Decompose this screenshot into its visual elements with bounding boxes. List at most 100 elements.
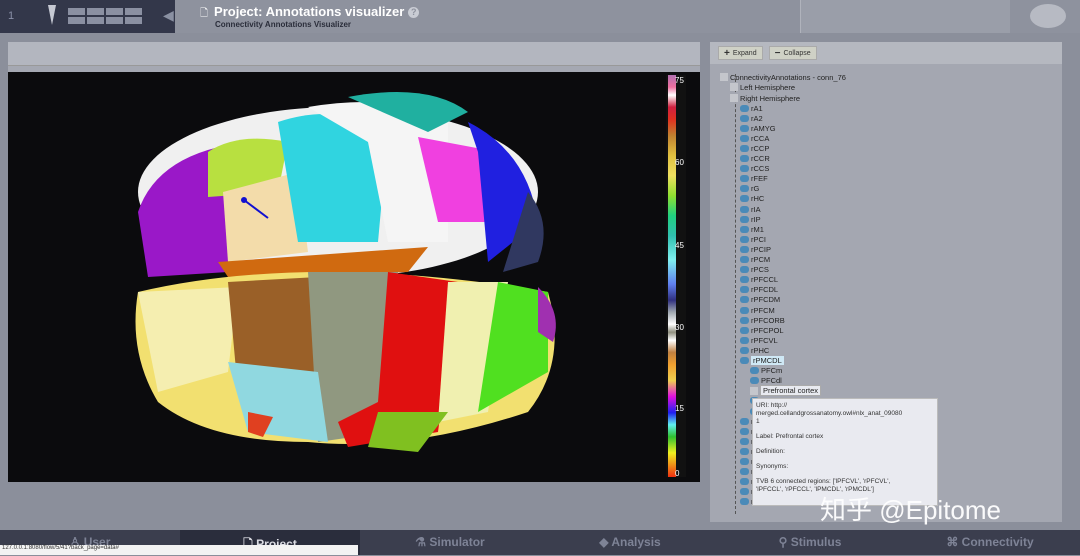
tree-node-region[interactable]: rPFCORB	[740, 315, 785, 325]
tree-node-label: Right Hemisphere	[740, 93, 801, 103]
tree-node-region[interactable]: rPFCPOL	[740, 325, 784, 335]
tree-node-label: rPFCPOL	[751, 325, 784, 335]
tree-node-region[interactable]: rIA	[740, 204, 761, 214]
tree-node-region[interactable]: rPFCCL	[740, 275, 778, 285]
tree-node-label: rHC	[751, 194, 765, 204]
colorbar-tick: 30	[675, 323, 684, 332]
tooltip-uri: URI: http://	[756, 402, 788, 409]
globe-icon	[740, 225, 749, 233]
tree-node-label: rPFCDM	[751, 295, 781, 305]
brain-canvas[interactable]: 75 60 45 30 15 0	[8, 72, 700, 482]
tree-node-region[interactable]: rPCM	[740, 255, 770, 265]
menu-grid-icon[interactable]	[68, 8, 142, 24]
tree-node-region[interactable]: rM1	[740, 224, 764, 234]
tree-node-label: rA2	[751, 113, 763, 123]
tree-node-region[interactable]: rPCI	[740, 234, 766, 244]
tree-node-label: rPFCCL	[751, 275, 779, 285]
tree-node-region[interactable]: rHC	[740, 194, 764, 204]
colorbar: 75 60 45 30 15 0	[666, 75, 686, 478]
expand-button[interactable]: + Expand	[718, 46, 763, 60]
tree-node-region[interactable]: rPFCVL	[740, 335, 778, 345]
tree-node-label: rCCP	[751, 143, 770, 153]
collapse-button[interactable]: − Collapse	[768, 46, 817, 60]
globe-icon	[740, 498, 749, 506]
watermark: 知乎 @Epitome	[820, 495, 1001, 525]
globe-icon	[740, 205, 749, 213]
tree-node-region[interactable]: rPCS	[740, 265, 769, 275]
tooltip-synonyms: Synonyms:	[756, 463, 789, 470]
tree-node-label: ConnectivityAnnotations - conn_76	[730, 72, 846, 82]
tree-node-region[interactable]: rPMCDL	[740, 356, 784, 366]
connectivity-icon: ⌘	[946, 535, 962, 549]
folder-icon	[730, 94, 738, 102]
tree-node-label: rPCIP	[751, 244, 772, 254]
tree-node-region[interactable]: rPHC	[740, 345, 769, 355]
brain-lower-hemisphere	[135, 272, 556, 452]
tree-node-label: PFCm	[761, 366, 783, 376]
brain-3d-view[interactable]	[8, 72, 658, 482]
nav-analysis[interactable]: ◆ Analysis	[540, 530, 720, 555]
tree-node-region[interactable]: rPFCDL	[740, 285, 778, 295]
tree-node-region[interactable]: rPFCDM	[740, 295, 780, 305]
colorbar-tick: 60	[675, 158, 684, 167]
colorbar-tick: 75	[675, 76, 684, 85]
tree-node-label: rIA	[751, 204, 761, 214]
globe-icon	[740, 134, 749, 142]
tree-node-region[interactable]: rIP	[740, 214, 761, 224]
tree-node-region[interactable]: rA1	[740, 103, 763, 113]
tree-node-region[interactable]: rFEF	[740, 174, 768, 184]
tree-node-right-hemisphere[interactable]: Right Hemisphere	[730, 93, 800, 103]
nav-stimulus[interactable]: ⚲ Stimulus	[720, 530, 900, 555]
tree-node-label: rPMCDL	[751, 356, 784, 365]
tree-node-label: rPCS	[751, 265, 769, 275]
tree-node-region[interactable]: rA2	[740, 113, 763, 123]
nav-simulator[interactable]: ⚗ Simulator	[360, 530, 540, 555]
tree-node-region[interactable]: rPCIP	[740, 244, 771, 254]
globe-icon	[740, 144, 749, 152]
tree-node-child[interactable]: PFCm	[750, 366, 782, 376]
visualizer-toolbar	[8, 42, 700, 66]
tree-node-region[interactable]: rCCP	[740, 143, 769, 153]
brain-upper-hemisphere	[138, 92, 544, 277]
globe-icon	[740, 296, 749, 304]
tree-node-region[interactable]: rPFCM	[740, 305, 775, 315]
tree-node-region[interactable]: rCCR	[740, 154, 770, 164]
globe-icon	[740, 326, 749, 334]
globe-icon	[740, 165, 749, 173]
tree-node-label: rPFCM	[751, 305, 775, 315]
globe-icon	[740, 427, 749, 435]
tree-node-region[interactable]: rCCS	[740, 164, 769, 174]
minus-icon: −	[774, 47, 781, 59]
tree-root[interactable]: ConnectivityAnnotations - conn_76	[720, 72, 846, 82]
tree-node-label: rCCR	[751, 154, 770, 163]
tooltip-uri-suffix: 1	[756, 418, 760, 425]
globe-icon	[740, 437, 749, 445]
back-arrow-icon[interactable]: ◀	[163, 7, 174, 24]
tree-guide-line	[735, 74, 736, 514]
tree-node-label: rPFCVL	[751, 335, 778, 345]
tree-node-region[interactable]: rAMYG	[740, 123, 776, 133]
tooltip-tvb-regions: TVB 6 connected regions: ['lPFCVL', 'rPF…	[756, 478, 891, 485]
tree-node-label: rPFCDL	[751, 285, 779, 295]
visualizer-panel: 75 60 45 30 15 0	[8, 42, 700, 482]
tree-node-label: rCCS	[751, 164, 770, 174]
globe-icon	[740, 185, 749, 193]
help-icon[interactable]: ?	[408, 7, 420, 19]
globe-icon	[740, 266, 749, 274]
tree-node-region[interactable]: rG	[740, 184, 759, 194]
tree-node-left-hemisphere[interactable]: Left Hemisphere	[730, 82, 795, 92]
brain-logo-icon	[1030, 4, 1066, 28]
tree-node-label: rPCI	[751, 234, 766, 244]
colorbar-tick: 15	[675, 404, 684, 413]
globe-icon	[740, 458, 749, 465]
nav-connectivity[interactable]: ⌘ Connectivity	[900, 530, 1080, 555]
project-number[interactable]: 1	[8, 10, 14, 22]
folder-icon	[730, 83, 738, 91]
tree-node-child[interactable]: PFCdl	[750, 376, 782, 386]
tree-node-region[interactable]: rCCA	[740, 133, 769, 143]
marker-icon	[48, 5, 56, 25]
tree-node-label: rPCM	[751, 255, 771, 264]
colorbar-gradient	[668, 75, 676, 477]
tree-node-child[interactable]: Prefrontal cortex	[750, 385, 822, 397]
globe-icon	[740, 488, 749, 496]
